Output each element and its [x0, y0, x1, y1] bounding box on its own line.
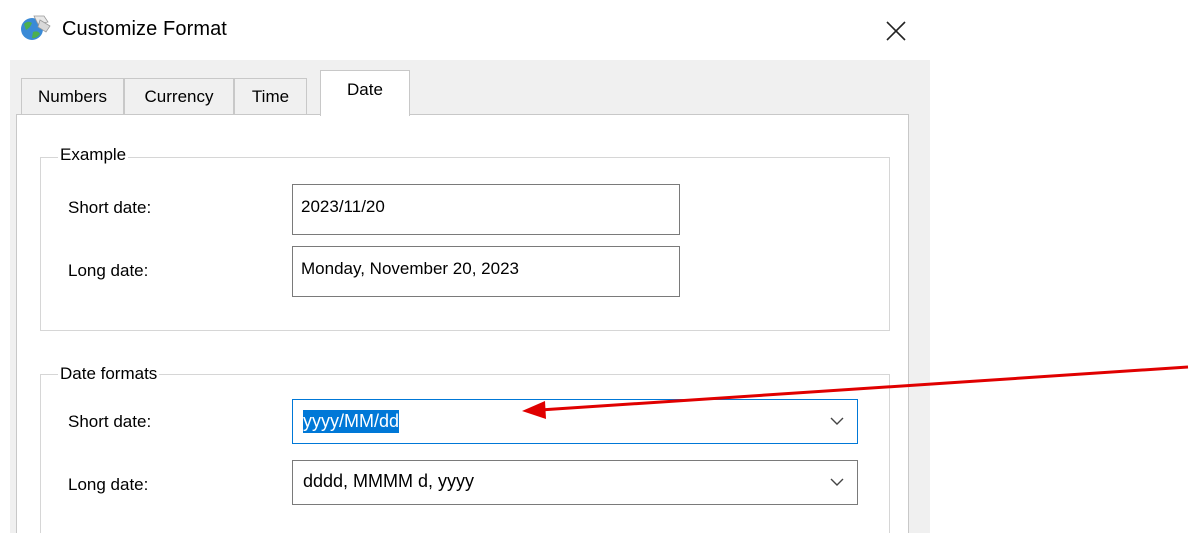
close-button[interactable]	[876, 12, 916, 50]
tab-label: Currency	[144, 86, 214, 106]
globe-icon	[21, 15, 51, 40]
short-date-format-value[interactable]: yyyy/MM/dd	[303, 410, 400, 433]
date-formats-group	[40, 374, 890, 533]
example-short-date-field: 2023/11/20	[292, 184, 680, 235]
date-formats-group-legend: Date formats	[58, 364, 160, 384]
example-group-legend: Example	[58, 145, 129, 165]
title-bar: Customize Format	[0, 0, 930, 60]
chevron-down-icon[interactable]	[829, 474, 845, 490]
tab-label: Numbers	[38, 86, 107, 106]
tab-currency[interactable]: Currency	[124, 78, 234, 114]
chevron-down-icon[interactable]	[829, 413, 845, 429]
example-short-date-label: Short date:	[68, 198, 152, 217]
example-long-date-label: Long date:	[68, 261, 149, 280]
tab-numbers[interactable]: Numbers	[21, 78, 124, 114]
customize-format-window: Customize Format Numbers Currency Time D…	[0, 0, 1194, 533]
tab-date[interactable]: Date	[320, 70, 410, 116]
tab-label: Time	[251, 86, 290, 106]
short-date-format-combobox[interactable]: yyyy/MM/dd	[292, 399, 858, 444]
long-date-format-value[interactable]: dddd, MMMM d, yyyy	[303, 471, 474, 492]
long-date-format-combobox[interactable]: dddd, MMMM d, yyyy	[292, 460, 858, 505]
example-long-date-field: Monday, November 20, 2023	[292, 246, 680, 297]
window-title: Customize Format	[62, 18, 227, 40]
close-icon	[886, 21, 906, 41]
tab-time[interactable]: Time	[234, 78, 307, 114]
short-date-format-label: Short date:	[68, 412, 152, 431]
long-date-format-label: Long date:	[68, 475, 149, 494]
tab-label: Date	[347, 80, 383, 99]
